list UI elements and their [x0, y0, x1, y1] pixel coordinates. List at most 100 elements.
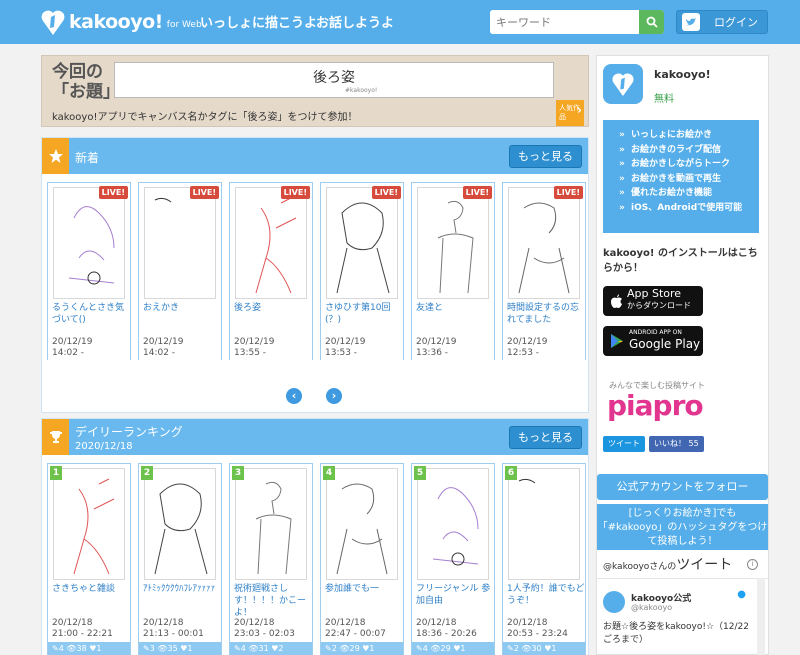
artwork-date: 20/12/19 13:55 - [234, 337, 275, 358]
rank-badge: 6 [505, 466, 517, 480]
artwork-card[interactable]: LIVE!後ろ姿20/12/1913:55 -✎2 👁1 ♥0 [229, 182, 313, 360]
like-button[interactable]: いいね！ 55 [649, 436, 704, 452]
search-button[interactable] [639, 10, 664, 34]
artwork-date: 20/12/19 13:53 - [325, 337, 366, 358]
artwork-card[interactable]: LIVE!るうくんとさき気づいて()20/12/1914:02 -✎2 👁13 … [47, 182, 131, 360]
tweet-button[interactable]: ツイート [603, 436, 645, 452]
artwork-card[interactable]: 2 ｱﾄﾐｯｸｳｸｳﾊﾌﾚｱｧｧｧｧ 20/12/18 21:13 - 00:01 ✎3… [138, 463, 222, 655]
app-store-badge[interactable]: App Store からダウンロード [603, 286, 703, 316]
artwork-stats: ✎2 👁30 ♥1 [503, 642, 585, 655]
feature-item: iOS、Androidで使用可能 [619, 201, 759, 216]
app-name: kakooyo! [654, 68, 711, 81]
follow-button[interactable]: 公式アカウントをフォロー [597, 474, 768, 500]
app-price: 無料 [654, 94, 674, 105]
timeline-header: @kakooyoさんのツイート [603, 554, 732, 574]
artwork-date: 20/12/18 22:47 - 00:07 [325, 618, 386, 639]
artwork-title[interactable]: 後ろ姿 [234, 302, 312, 314]
artwork-title[interactable]: 友達と [416, 302, 494, 314]
artwork-card[interactable]: LIVE!おえかき20/12/1914:02 -✎2 👁0 ♥0 [138, 182, 222, 360]
artwork-thumbnail[interactable] [417, 468, 489, 580]
artwork-card[interactable]: LIVE!さゆひす第10回(？)20/12/1913:53 -✎2 👁0 ♥0 [320, 182, 404, 360]
artwork-stats: ✎3 👁35 ♥1 [139, 642, 221, 655]
nav-draw-together[interactable]: いっしょに描こうよ [200, 12, 317, 31]
timeline-scrollbar[interactable] [757, 578, 765, 655]
star-icon [42, 138, 69, 174]
artwork-card[interactable]: 3 祝術廻戦さしす！！！！かこーよ！ 20/12/18 23:03 - 02:03 ✎4… [229, 463, 313, 655]
artwork-thumbnail[interactable] [235, 468, 307, 580]
google-play-badge[interactable]: ANDROID APP ON Google Play [603, 326, 703, 356]
artwork-thumbnail[interactable] [144, 187, 216, 299]
ranking-section: デイリーランキング 2020/12/18 もっと見る 1 さきちゃと雑談 20/12… [41, 418, 589, 655]
artwork-title[interactable]: ｱﾄﾐｯｸｳｸｳﾊﾌﾚｱｧｧｧｧ [143, 583, 221, 595]
artwork-date: 20/12/19 14:02 - [143, 337, 184, 358]
artwork-title[interactable]: フリージャンル 参加自由 [416, 583, 494, 607]
tweet-text: お題☆後ろ姿をkakooyo!☆（12/22ごろまで） [603, 622, 749, 645]
artwork-card[interactable]: 1 さきちゃと雑談 20/12/18 21:00 - 22:21 ✎4 👁38 ♥1 [47, 463, 131, 655]
feature-item: お絵かきしながらトーク [619, 157, 759, 172]
theme-heading: 今回の「お題」 [52, 62, 120, 102]
top-header: kakooyo! for Web いっしょに描こうよ お話しようよ ログイン [0, 0, 800, 44]
artwork-thumbnail[interactable] [326, 468, 398, 580]
artwork-date: 20/12/18 18:36 - 20:26 [416, 618, 477, 639]
google-play-icon [611, 334, 623, 348]
artwork-title[interactable]: 時間設定するの忘れてました [507, 302, 585, 326]
avatar[interactable] [603, 591, 625, 613]
info-icon[interactable]: i [747, 559, 758, 570]
artwork-stats: ✎4 👁31 ♥2 [230, 642, 312, 655]
artwork-card[interactable]: 5 フリージャンル 参加自由 20/12/18 18:36 - 20:26 ✎4 👁29… [411, 463, 495, 655]
artwork-date: 20/12/19 14:02 - [52, 337, 93, 358]
piapro-banner[interactable]: みんなで楽しむ投稿サイト piapro [603, 380, 763, 428]
app-store-title: App Store [627, 287, 682, 300]
new-section-title: 新着 [75, 151, 100, 165]
ranking-section-header: デイリーランキング 2020/12/18 もっと見る [42, 419, 588, 455]
popular-works-button[interactable]: 人気作品 [556, 100, 584, 126]
theme-card[interactable]: 後ろ姿 #kakooyo! [114, 62, 554, 98]
timeline-title: ツイート [676, 557, 733, 573]
login-button[interactable]: ログイン [676, 10, 768, 34]
artwork-title[interactable]: 参加誰でも一 [325, 583, 403, 595]
artwork-title[interactable]: おえかき [143, 302, 221, 314]
google-play-title: Google Play [629, 337, 701, 351]
artwork-title[interactable]: 1人予約！誰でもどうぞ！ [507, 583, 585, 607]
nav-talk[interactable]: お話しようよ [316, 12, 394, 31]
artwork-title[interactable]: さきちゃと雑談 [52, 583, 130, 595]
new-more-button[interactable]: もっと見る [509, 145, 582, 168]
apple-icon [611, 294, 622, 308]
artwork-date: 20/12/18 21:00 - 22:21 [52, 618, 113, 639]
feature-list: いっしょにお絵かき お絵かきのライブ配信 お絵かきしながらトーク お絵かきを動画… [603, 120, 759, 233]
logo[interactable]: kakooyo! for Web [40, 7, 202, 37]
theme-description: kakooyo!アプリでキャンバス名かタグに「後ろ姿」をつけて参加！ [52, 112, 358, 123]
artwork-card[interactable]: LIVE!時間設定するの忘れてました20/12/1912:53 -✎3 👁9 ♥… [502, 182, 586, 360]
theme-tag: 後ろ姿 [313, 70, 355, 86]
artwork-thumbnail[interactable] [144, 468, 216, 580]
artwork-title[interactable]: るうくんとさき気づいて() [52, 302, 130, 326]
artwork-card[interactable]: 6 1人予約！誰でもどうぞ！ 20/12/18 20:53 - 23:24 ✎2 👁30… [502, 463, 586, 655]
ranking-cards-row: 1 さきちゃと雑談 20/12/18 21:00 - 22:21 ✎4 👁38 ♥1 2 ｱ… [47, 463, 590, 655]
rank-badge: 1 [50, 466, 62, 480]
artwork-date: 20/12/18 20:53 - 23:24 [507, 618, 568, 639]
prev-arrow-icon[interactable]: ‹ [286, 388, 302, 404]
artwork-thumbnail[interactable] [235, 187, 307, 299]
live-badge: LIVE! [371, 186, 401, 199]
live-badge: LIVE! [280, 186, 310, 199]
artwork-thumbnail[interactable] [508, 187, 580, 299]
artwork-date: 20/12/18 21:13 - 00:01 [143, 618, 204, 639]
rank-badge: 5 [414, 466, 426, 480]
artwork-thumbnail[interactable] [417, 187, 489, 299]
feature-item: お絵かきのライブ配信 [619, 143, 759, 158]
next-arrow-icon[interactable]: › [326, 388, 342, 404]
artwork-thumbnail[interactable] [326, 187, 398, 299]
live-badge: LIVE! [189, 186, 219, 199]
artwork-title[interactable]: 祝術廻戦さしす！！！！かこーよ！ [234, 583, 312, 619]
ranking-more-button[interactable]: もっと見る [509, 426, 582, 449]
artwork-stats: ✎4 👁38 ♥1 [48, 642, 130, 655]
artwork-title[interactable]: さゆひす第10回(？) [325, 302, 403, 326]
tweet-timeline: kakooyo公式 @kakooyo ● お題☆後ろ姿をkakooyo!☆（12… [597, 578, 768, 655]
artwork-thumbnail[interactable] [53, 187, 125, 299]
artwork-thumbnail[interactable] [508, 468, 580, 580]
artwork-card[interactable]: LIVE!友達と20/12/1913:36 -✎2 👁1 ♥0 [411, 182, 495, 360]
search-input[interactable] [490, 10, 638, 34]
artwork-card[interactable]: 4 参加誰でも一 20/12/18 22:47 - 00:07 ✎2 👁29 ♥1 [320, 463, 404, 655]
artwork-thumbnail[interactable] [53, 468, 125, 580]
sidebar: kakooyo! 無料 いっしょにお絵かき お絵かきのライブ配信 お絵かきしなが… [596, 55, 769, 655]
